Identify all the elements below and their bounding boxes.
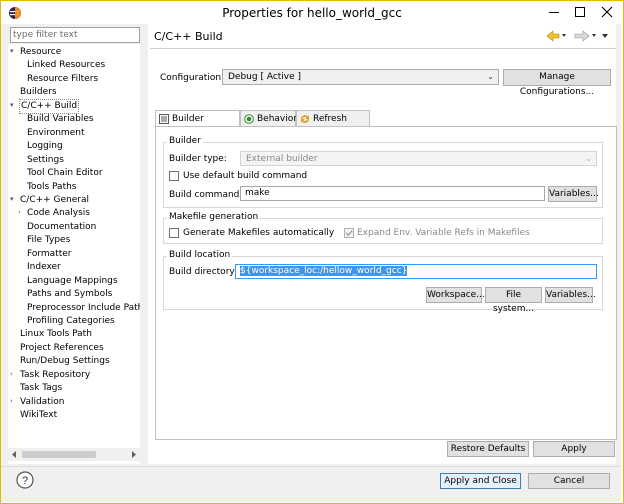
tree-expand-icon[interactable]: › bbox=[18, 208, 21, 216]
tree-item[interactable]: Formatter bbox=[27, 248, 71, 261]
tab-behavior[interactable]: Behavior bbox=[240, 110, 297, 126]
minimize-icon bbox=[549, 12, 559, 13]
builder-type-label: Builder type: bbox=[169, 154, 227, 164]
tree-expand-icon[interactable]: ▾ bbox=[10, 101, 14, 109]
scrollbar-graphic bbox=[12, 451, 136, 458]
build-directory-value: ${workspace_loc:/hellow_world_gcc} bbox=[240, 266, 408, 276]
title-bar[interactable]: Properties for hello_world_gcc bbox=[1, 1, 623, 25]
tree-item[interactable]: C/C++ General bbox=[20, 194, 89, 207]
filter-input[interactable]: type filter text bbox=[10, 27, 140, 43]
tree-item[interactable]: Logging bbox=[27, 140, 63, 153]
location-variables-button[interactable]: Variables... bbox=[545, 287, 596, 303]
restore-defaults-button[interactable]: Restore Defaults bbox=[447, 441, 529, 457]
tree-item[interactable]: Task Tags bbox=[20, 382, 62, 395]
tab-builder-settings[interactable]: Builder Settings bbox=[155, 110, 240, 140]
maximize-button[interactable] bbox=[566, 1, 594, 23]
tree-item[interactable]: Project References bbox=[20, 342, 104, 355]
tree-item[interactable]: Run/Debug Settings bbox=[20, 355, 110, 368]
configuration-label: Configuration: bbox=[160, 73, 225, 83]
builder-settings-icon bbox=[159, 114, 169, 124]
help-icon[interactable]: ? bbox=[16, 471, 34, 489]
makefile-generation-group-label: Makefile generation bbox=[167, 212, 261, 222]
apply-and-close-button[interactable]: Apply and Close bbox=[440, 473, 521, 489]
chevron-down-icon: ⌄ bbox=[487, 72, 494, 81]
expand-env-refs-checkbox[interactable] bbox=[344, 228, 354, 238]
tree-item[interactable]: Preprocessor Include Paths, bbox=[27, 302, 140, 315]
tab-refresh-policy[interactable]: Refresh Policy bbox=[296, 110, 370, 140]
tree-item[interactable]: Profiling Categories bbox=[27, 315, 115, 328]
tree-item[interactable]: Code Analysis bbox=[27, 207, 90, 220]
preference-tree[interactable]: ▾ Resource Linked Resources Resource Filter… bbox=[8, 44, 140, 464]
workspace-button[interactable]: Workspace... bbox=[426, 287, 485, 303]
back-arrow-icon[interactable] bbox=[546, 30, 560, 42]
tree-item[interactable]: File Types bbox=[27, 234, 70, 247]
tree-item[interactable]: Resource bbox=[20, 46, 61, 59]
builder-type-select[interactable]: External builder ⌄ bbox=[240, 151, 597, 166]
tree-item[interactable]: Settings bbox=[27, 154, 64, 167]
configuration-value: Debug [ Active ] bbox=[228, 72, 302, 82]
tree-expand-icon[interactable]: ▾ bbox=[10, 195, 14, 203]
close-button[interactable] bbox=[593, 1, 621, 23]
view-menu-icon[interactable] bbox=[602, 34, 608, 38]
title-separator bbox=[150, 48, 616, 49]
configuration-select[interactable]: Debug [ Active ] ⌄ bbox=[222, 69, 499, 85]
tab-behavior-label: Behavior bbox=[257, 114, 297, 124]
checkmark-icon bbox=[345, 230, 353, 237]
maximize-icon bbox=[575, 7, 585, 17]
cancel-button[interactable]: Cancel bbox=[528, 473, 610, 489]
build-location-group-label: Build location bbox=[167, 250, 233, 260]
forward-arrow-icon[interactable] bbox=[574, 30, 590, 42]
tree-item[interactable]: Documentation bbox=[27, 221, 96, 234]
build-directory-label: Build directory: bbox=[169, 267, 238, 277]
minimize-button[interactable] bbox=[540, 1, 568, 23]
page-title: C/C++ Build bbox=[154, 30, 223, 43]
tree-item[interactable]: Linux Tools Path bbox=[20, 328, 92, 341]
tree-item[interactable]: C/C++ Build bbox=[18, 98, 80, 114]
build-command-label: Build command: bbox=[169, 190, 243, 200]
refresh-policy-icon bbox=[301, 115, 309, 123]
footer-separator bbox=[1, 466, 621, 467]
tree-item[interactable]: Task Repository bbox=[20, 369, 90, 382]
window-title: Properties for hello_world_gcc bbox=[222, 6, 402, 20]
builder-type-value: External builder bbox=[246, 154, 318, 164]
generate-makefiles-checkbox[interactable] bbox=[169, 228, 179, 238]
tree-item[interactable]: Build Variables bbox=[27, 113, 94, 126]
build-command-input[interactable]: make bbox=[240, 186, 545, 201]
use-default-build-command-checkbox[interactable] bbox=[169, 171, 179, 181]
back-dropdown-icon[interactable] bbox=[562, 34, 566, 37]
expand-env-refs-label: Expand Env. Variable Refs in Makefiles bbox=[357, 228, 530, 238]
tree-expand-icon[interactable]: ▾ bbox=[10, 47, 14, 55]
svg-text:?: ? bbox=[22, 475, 28, 487]
tree-item[interactable]: Resource Filters bbox=[27, 73, 98, 86]
close-icon bbox=[601, 6, 613, 18]
builder-group-label: Builder bbox=[167, 136, 203, 146]
generate-makefiles-label: Generate Makefiles automatically bbox=[183, 228, 335, 238]
builder-variables-button[interactable]: Variables... bbox=[548, 186, 599, 202]
tree-item[interactable]: Language Mappings bbox=[27, 275, 118, 288]
tree-item[interactable]: Indexer bbox=[27, 261, 61, 274]
manage-configurations-button[interactable]: Manage Configurations... bbox=[503, 69, 611, 97]
forward-dropdown-icon[interactable] bbox=[592, 34, 596, 37]
tree-item[interactable]: Environment bbox=[27, 127, 84, 140]
chevron-down-icon: ⌄ bbox=[585, 154, 592, 163]
apply-button[interactable]: Apply bbox=[533, 441, 615, 457]
page-nav-toolbar bbox=[546, 30, 608, 42]
tree-item[interactable]: Tool Chain Editor bbox=[27, 167, 103, 180]
tree-horizontal-scrollbar[interactable] bbox=[8, 448, 140, 461]
tree-item[interactable]: Linked Resources bbox=[27, 59, 105, 72]
build-directory-input[interactable]: ${workspace_loc:/hellow_world_gcc} bbox=[235, 264, 597, 279]
tree-item[interactable]: Builders bbox=[20, 86, 57, 99]
tree-expand-icon[interactable]: › bbox=[10, 370, 13, 378]
tree-item[interactable]: WikiText bbox=[20, 409, 57, 422]
tree-item[interactable]: Validation bbox=[20, 396, 64, 409]
file-system-button[interactable]: File system... bbox=[485, 287, 542, 314]
behavior-icon bbox=[244, 114, 254, 124]
tree-item[interactable]: Tools Paths bbox=[27, 181, 77, 194]
use-default-build-command-label: Use default build command bbox=[183, 171, 308, 181]
tree-expand-icon[interactable]: › bbox=[10, 397, 13, 405]
tree-item[interactable]: Paths and Symbols bbox=[27, 288, 112, 301]
